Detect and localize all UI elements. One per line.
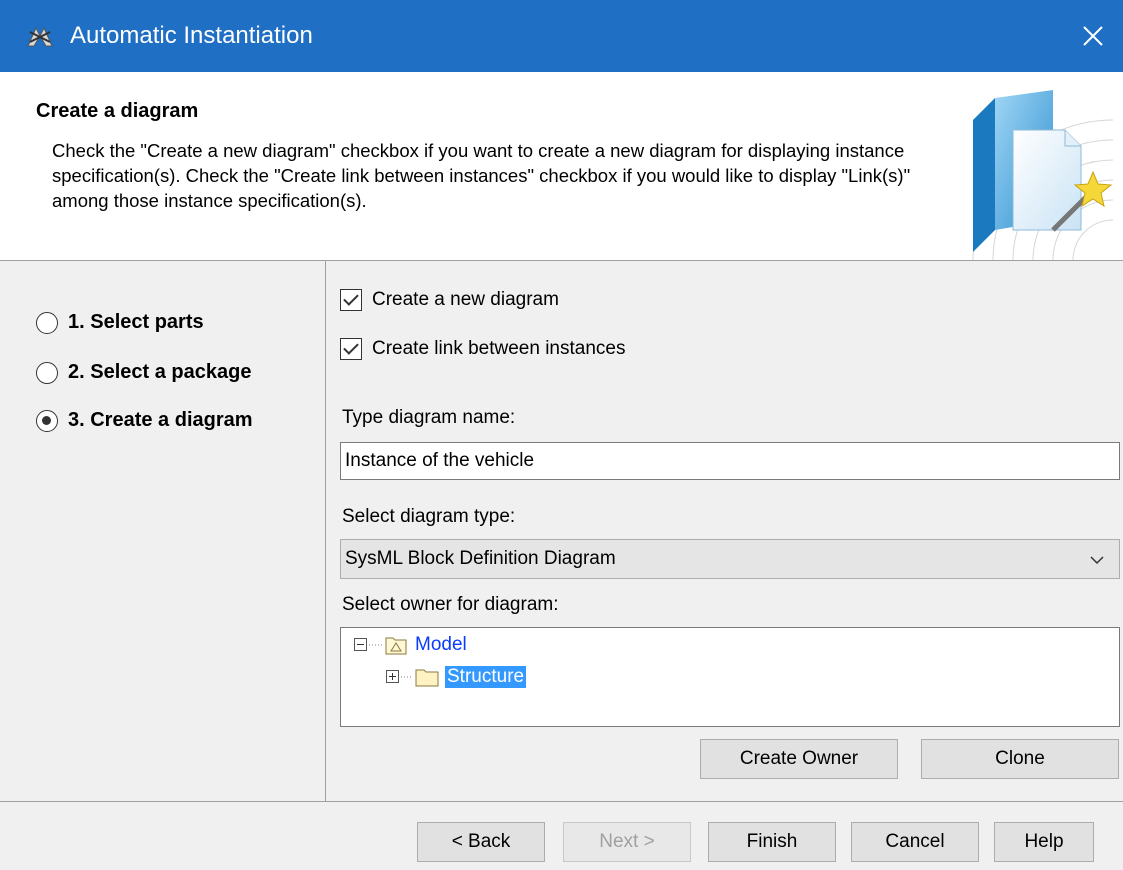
diagram-type-value: SysML Block Definition Diagram [345, 548, 616, 569]
tree-node-structure[interactable]: Structure [385, 666, 527, 688]
expand-icon[interactable] [385, 669, 401, 685]
wizard-header: Create a diagram Check the "Create a new… [0, 72, 1123, 261]
create-new-diagram-checkbox[interactable] [340, 289, 362, 311]
owner-tree[interactable]: Model Structure [340, 627, 1120, 727]
header-title: Create a diagram [36, 100, 199, 122]
create-link-option[interactable]: Create link between instances [340, 338, 625, 360]
step-list: 1. Select parts 2. Select a package 3. C… [0, 261, 326, 801]
cancel-button[interactable]: Cancel [851, 822, 979, 862]
diagram-name-input[interactable] [340, 442, 1120, 480]
back-button[interactable]: < Back [417, 822, 545, 862]
step-1-radio[interactable] [36, 311, 58, 334]
step-2-radio[interactable] [36, 361, 58, 384]
help-button[interactable]: Help [994, 822, 1094, 862]
diagram-name-label: Type diagram name: [342, 407, 516, 428]
step-3-radio[interactable] [36, 409, 58, 432]
create-owner-button[interactable]: Create Owner [700, 739, 898, 779]
step-label: 3. Create a diagram [68, 409, 253, 431]
window-title: Automatic Instantiation [70, 22, 313, 49]
wizard-footer: < Back Next > Finish Cancel Help [0, 801, 1123, 870]
create-new-diagram-label: Create a new diagram [372, 289, 559, 310]
folder-icon [415, 669, 439, 687]
close-button[interactable] [1063, 0, 1123, 72]
clone-button[interactable]: Clone [921, 739, 1119, 779]
title-bar: Automatic Instantiation [0, 0, 1123, 72]
step-select-package[interactable]: 2. Select a package [36, 361, 251, 384]
next-button[interactable]: Next > [563, 822, 691, 862]
close-icon [1083, 26, 1103, 46]
magicdraw-icon [26, 24, 54, 50]
tree-node-model[interactable]: Model [353, 634, 469, 656]
step-select-parts[interactable]: 1. Select parts [36, 311, 204, 334]
tree-label-model: Model [415, 634, 467, 655]
tree-connector-icon [401, 676, 413, 678]
step-label: 2. Select a package [68, 361, 252, 383]
tree-label-structure: Structure [445, 666, 527, 688]
diagram-type-label: Select diagram type: [342, 506, 516, 527]
chevron-down-icon [1090, 556, 1104, 565]
model-icon [385, 637, 407, 655]
step-content: Create a new diagram Create link between… [326, 261, 1123, 801]
step-create-diagram[interactable]: 3. Create a diagram [36, 409, 253, 432]
step-label: 1. Select parts [68, 311, 204, 333]
create-link-label: Create link between instances [372, 338, 626, 359]
header-description: Check the "Create a new diagram" checkbo… [52, 140, 911, 211]
diagram-type-select[interactable]: SysML Block Definition Diagram [340, 539, 1120, 579]
finish-button[interactable]: Finish [708, 822, 836, 862]
wizard-folder-icon [972, 90, 1113, 260]
collapse-icon[interactable] [353, 637, 369, 653]
create-link-checkbox[interactable] [340, 338, 362, 360]
create-new-diagram-option[interactable]: Create a new diagram [340, 289, 559, 311]
tree-connector-icon [369, 644, 383, 646]
dialog-window: Automatic Instantiation Create a diagram… [0, 0, 1123, 869]
owner-label: Select owner for diagram: [342, 594, 559, 615]
